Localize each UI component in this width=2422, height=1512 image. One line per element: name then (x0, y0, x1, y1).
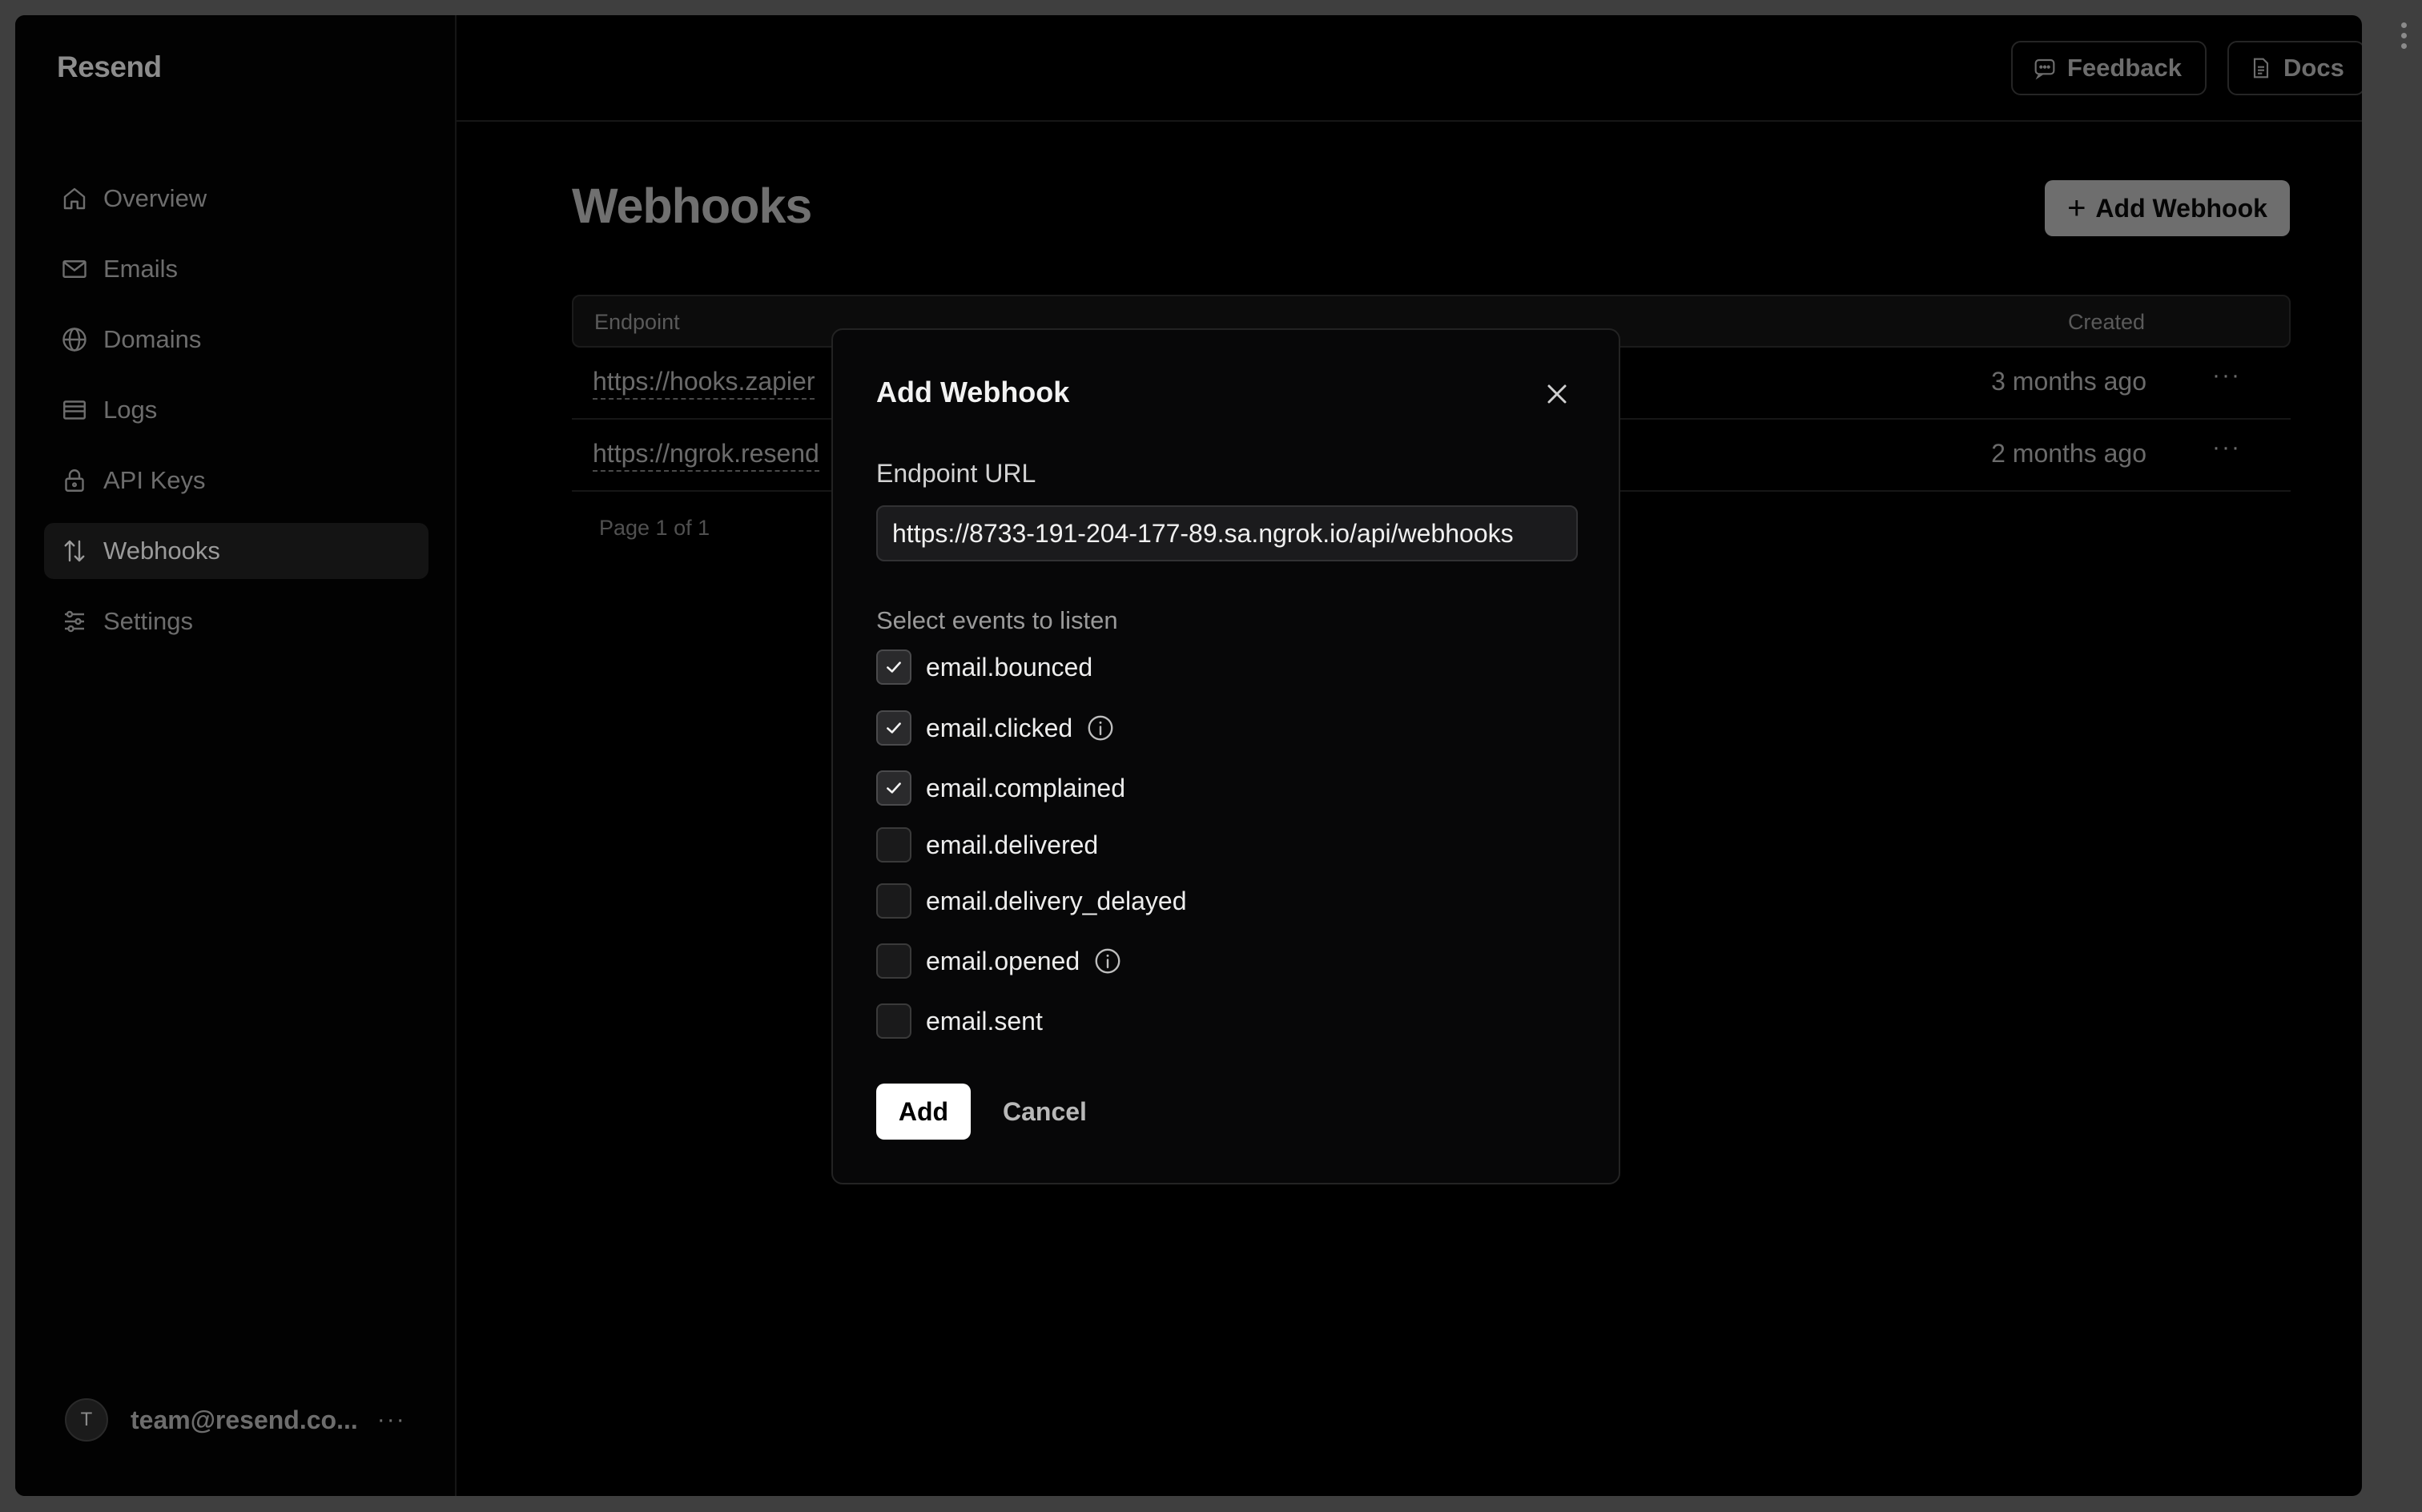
docs-label: Docs (2283, 54, 2344, 82)
mail-icon (60, 255, 89, 284)
sidebar-item-label: Settings (103, 607, 194, 635)
account-email: team@resend.co... (131, 1405, 358, 1434)
document-icon (2253, 58, 2269, 78)
sidebar-item-logs[interactable]: Logs (44, 382, 428, 438)
checkbox[interactable] (876, 943, 911, 979)
event-option-email-complained[interactable]: email.complained (876, 770, 1125, 806)
sidebar-item-api-keys[interactable]: API Keys (44, 452, 428, 509)
column-header-created: Created (2067, 310, 2145, 334)
logs-icon (60, 396, 89, 424)
event-option-email-sent[interactable]: email.sent (876, 1003, 1043, 1040)
feedback-label: Feedback (2067, 54, 2183, 82)
checkbox[interactable] (876, 827, 911, 863)
add-webhook-dialog: Add Webhook Endpoint URL Select events t… (831, 328, 1620, 1184)
event-name: email.delivered (926, 830, 1099, 859)
event-name: email.bounced (926, 652, 1093, 682)
sidebar-item-label: Domains (103, 325, 202, 353)
chat-bubble-icon (2034, 58, 2055, 80)
sidebar-item-label: Logs (103, 396, 158, 424)
add-button[interactable]: Add (876, 1084, 971, 1140)
checkbox[interactable] (876, 710, 911, 746)
event-option-email-bounced[interactable]: email.bounced (876, 649, 1092, 686)
checkbox[interactable] (876, 649, 911, 685)
checkbox[interactable] (876, 770, 911, 806)
cancel-button[interactable]: Cancel (992, 1084, 1098, 1140)
arrows-updown-icon (60, 537, 89, 565)
add-webhook-button[interactable]: + Add Webhook (2045, 180, 2290, 236)
plus-icon: + (2067, 190, 2086, 226)
events-label: Select events to listen (876, 606, 1118, 634)
created-cell: 2 months ago (1991, 439, 2146, 468)
sidebar-item-overview[interactable]: Overview (44, 171, 428, 227)
sidebar-item-webhooks[interactable]: Webhooks (44, 523, 428, 579)
event-option-email-delivered[interactable]: email.delivered (876, 826, 1098, 863)
row-more-icon[interactable]: ··· (2212, 362, 2241, 389)
event-name: email.complained (926, 773, 1126, 802)
sidebar-item-domains[interactable]: Domains (44, 312, 428, 368)
brand-logo[interactable]: Resend (57, 50, 162, 84)
column-header-endpoint: Endpoint (594, 310, 680, 334)
event-option-email-clicked[interactable]: email.clicked (876, 710, 1116, 746)
endpoint-url-label: Endpoint URL (876, 459, 1036, 488)
sidebar: Resend Overview Emails Domains Logs API … (15, 15, 457, 1496)
more-icon[interactable]: ··· (377, 1406, 406, 1434)
sidebar-item-label: Overview (103, 184, 207, 212)
lock-icon (60, 466, 89, 495)
account-menu[interactable]: T team@resend.co... ··· (65, 1398, 406, 1442)
event-option-email-delivery-delayed[interactable]: email.delivery_delayed (876, 883, 1187, 919)
endpoint-url-input[interactable] (876, 505, 1578, 561)
checkbox[interactable] (876, 883, 911, 919)
check-icon (887, 662, 901, 673)
endpoint-link[interactable]: https://hooks.zapier (593, 367, 815, 400)
event-name: email.clicked (926, 713, 1073, 742)
sidebar-item-label: Webhooks (103, 537, 220, 565)
checkbox[interactable] (876, 1003, 911, 1039)
feedback-button[interactable]: Feedback (2011, 41, 2207, 95)
page-title: Webhooks (572, 179, 812, 233)
event-name: email.delivery_delayed (926, 886, 1187, 915)
event-name: email.sent (926, 1006, 1043, 1035)
app-window: Resend Overview Emails Domains Logs API … (15, 15, 2362, 1496)
close-icon[interactable] (1541, 378, 1573, 410)
created-cell: 3 months ago (1991, 367, 2146, 396)
docs-button[interactable]: Docs (2227, 41, 2362, 95)
event-name: email.opened (926, 946, 1080, 975)
sidebar-item-emails[interactable]: Emails (44, 241, 428, 297)
sidebar-nav: Overview Emails Domains Logs API Keys We… (44, 171, 428, 664)
avatar: T (65, 1398, 108, 1442)
sidebar-item-label: Emails (103, 255, 179, 283)
info-icon[interactable] (1092, 946, 1123, 976)
event-option-email-opened[interactable]: email.opened (876, 943, 1123, 979)
sidebar-item-label: API Keys (103, 466, 206, 494)
globe-icon (60, 325, 89, 354)
window-resize-grip[interactable] (2401, 22, 2409, 51)
sidebar-item-settings[interactable]: Settings (44, 593, 428, 649)
dialog-title: Add Webhook (876, 376, 1070, 408)
check-icon (887, 782, 901, 794)
info-icon[interactable] (1085, 713, 1116, 743)
sliders-icon (60, 607, 89, 636)
endpoint-link[interactable]: https://ngrok.resend (593, 439, 819, 472)
add-webhook-label: Add Webhook (2095, 193, 2267, 223)
check-icon (887, 722, 901, 734)
home-icon (60, 184, 89, 213)
row-more-icon[interactable]: ··· (2212, 434, 2241, 461)
